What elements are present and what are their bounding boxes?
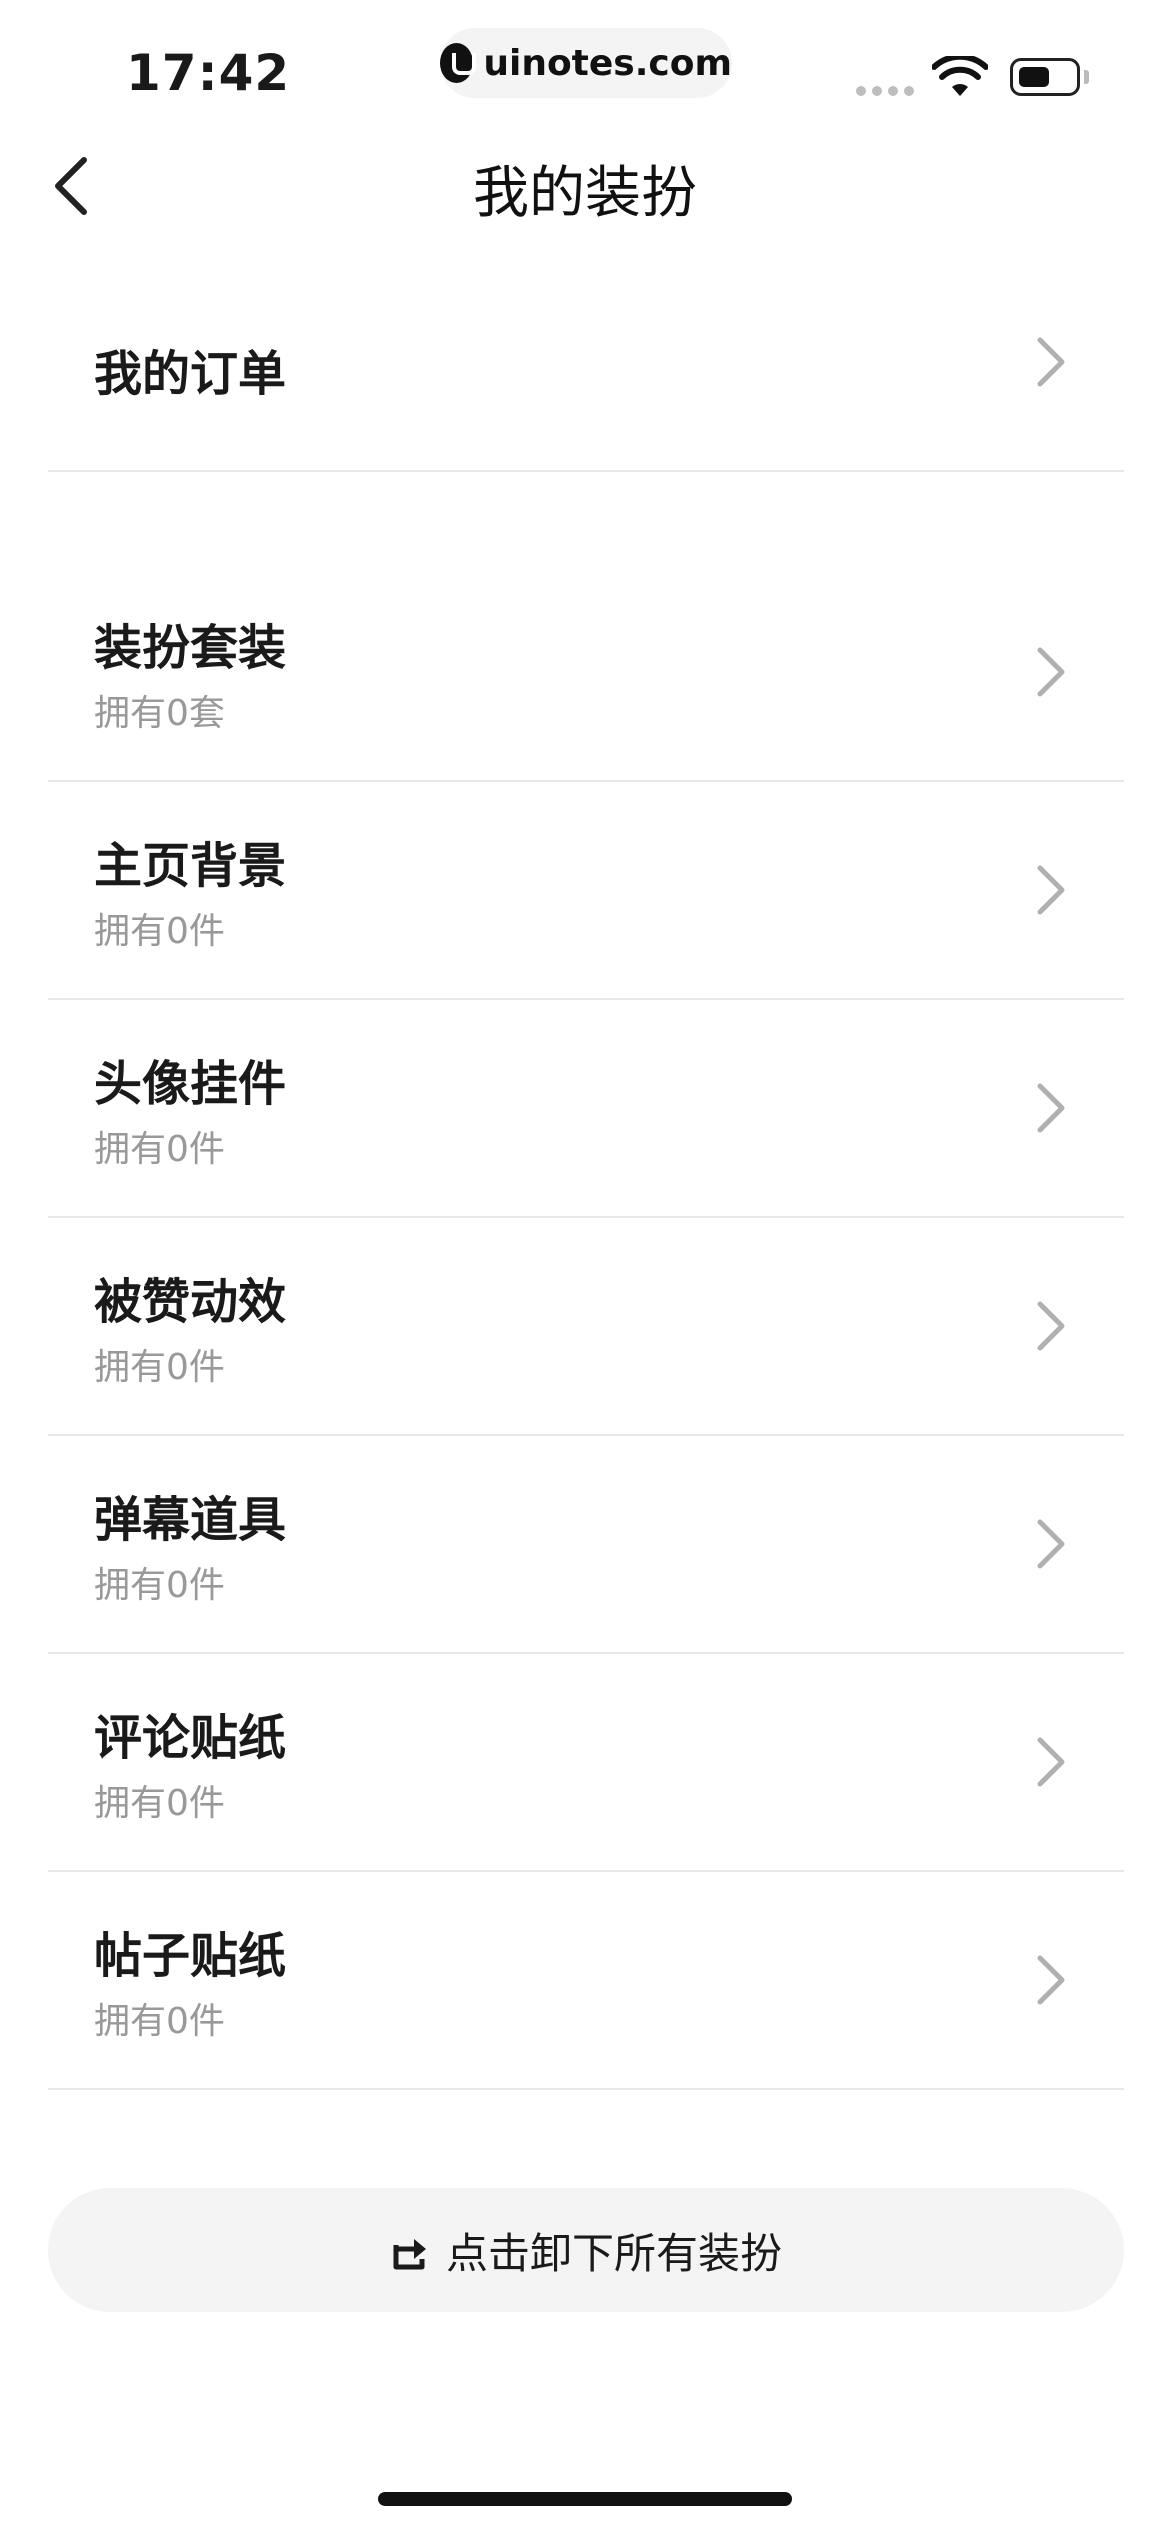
list-item-count: 拥有0件	[94, 911, 225, 952]
status-bar: 17:42 uinotes.com	[0, 0, 1170, 130]
list-item-avatar-frame[interactable]: 头像挂件 拥有0件	[48, 1000, 1124, 1218]
chevron-right-icon	[1037, 1301, 1065, 1351]
list-item-count: 拥有0套	[94, 693, 225, 734]
chevron-right-icon	[1037, 1083, 1065, 1133]
list-item-label: 弹幕道具	[94, 1492, 287, 1548]
orders-label: 我的订单	[94, 346, 287, 402]
orders-row[interactable]: 我的订单	[48, 290, 1124, 472]
page-title: 我的装扮	[473, 161, 697, 226]
list-item-label: 装扮套装	[94, 620, 287, 676]
list-item-label: 评论贴纸	[94, 1710, 287, 1766]
wifi-icon	[932, 56, 988, 96]
list-item-count: 拥有0件	[94, 1129, 225, 1170]
list-item-count: 拥有0件	[94, 1783, 225, 1824]
nav-bar: 我的装扮	[0, 140, 1170, 230]
chevron-right-icon	[1037, 1955, 1065, 2005]
chevron-right-icon	[1037, 647, 1065, 697]
unload-all-label: 点击卸下所有装扮	[445, 2228, 782, 2278]
chevron-right-icon	[1037, 1737, 1065, 1787]
list-item-label: 帖子贴纸	[94, 1928, 287, 1984]
chevron-right-icon	[1037, 865, 1065, 915]
list-item-post-stickers[interactable]: 帖子贴纸 拥有0件	[48, 1872, 1124, 2090]
cellular-signal-icon	[856, 86, 914, 96]
url-text: uinotes.com	[483, 42, 732, 84]
home-indicator[interactable]	[378, 2492, 792, 2506]
list-item-label: 主页背景	[94, 838, 287, 894]
export-icon	[393, 2239, 426, 2270]
list-item-suits[interactable]: 装扮套装 拥有0套	[48, 564, 1124, 782]
list-item-danmaku-props[interactable]: 弹幕道具 拥有0件	[48, 1436, 1124, 1654]
battery-icon	[1010, 58, 1080, 96]
list-item-comment-stickers[interactable]: 评论贴纸 拥有0件	[48, 1654, 1124, 1872]
status-time: 17:42	[126, 44, 291, 102]
site-logo-icon	[440, 43, 477, 83]
list-item-like-effect[interactable]: 被赞动效 拥有0件	[48, 1218, 1124, 1436]
list-item-label: 被赞动效	[94, 1274, 287, 1330]
list-item-count: 拥有0件	[94, 1565, 225, 1606]
chevron-right-icon	[1037, 1519, 1065, 1569]
url-pill: uinotes.com	[440, 28, 732, 98]
list-item-homepage-background[interactable]: 主页背景 拥有0件	[48, 782, 1124, 1000]
list-item-count: 拥有0件	[94, 1347, 225, 1388]
battery-tip	[1084, 70, 1089, 84]
list-item-label: 头像挂件	[94, 1056, 287, 1112]
chevron-right-icon	[1037, 337, 1065, 387]
unload-all-button[interactable]: 点击卸下所有装扮	[48, 2188, 1124, 2312]
list-item-count: 拥有0件	[94, 2001, 225, 2042]
